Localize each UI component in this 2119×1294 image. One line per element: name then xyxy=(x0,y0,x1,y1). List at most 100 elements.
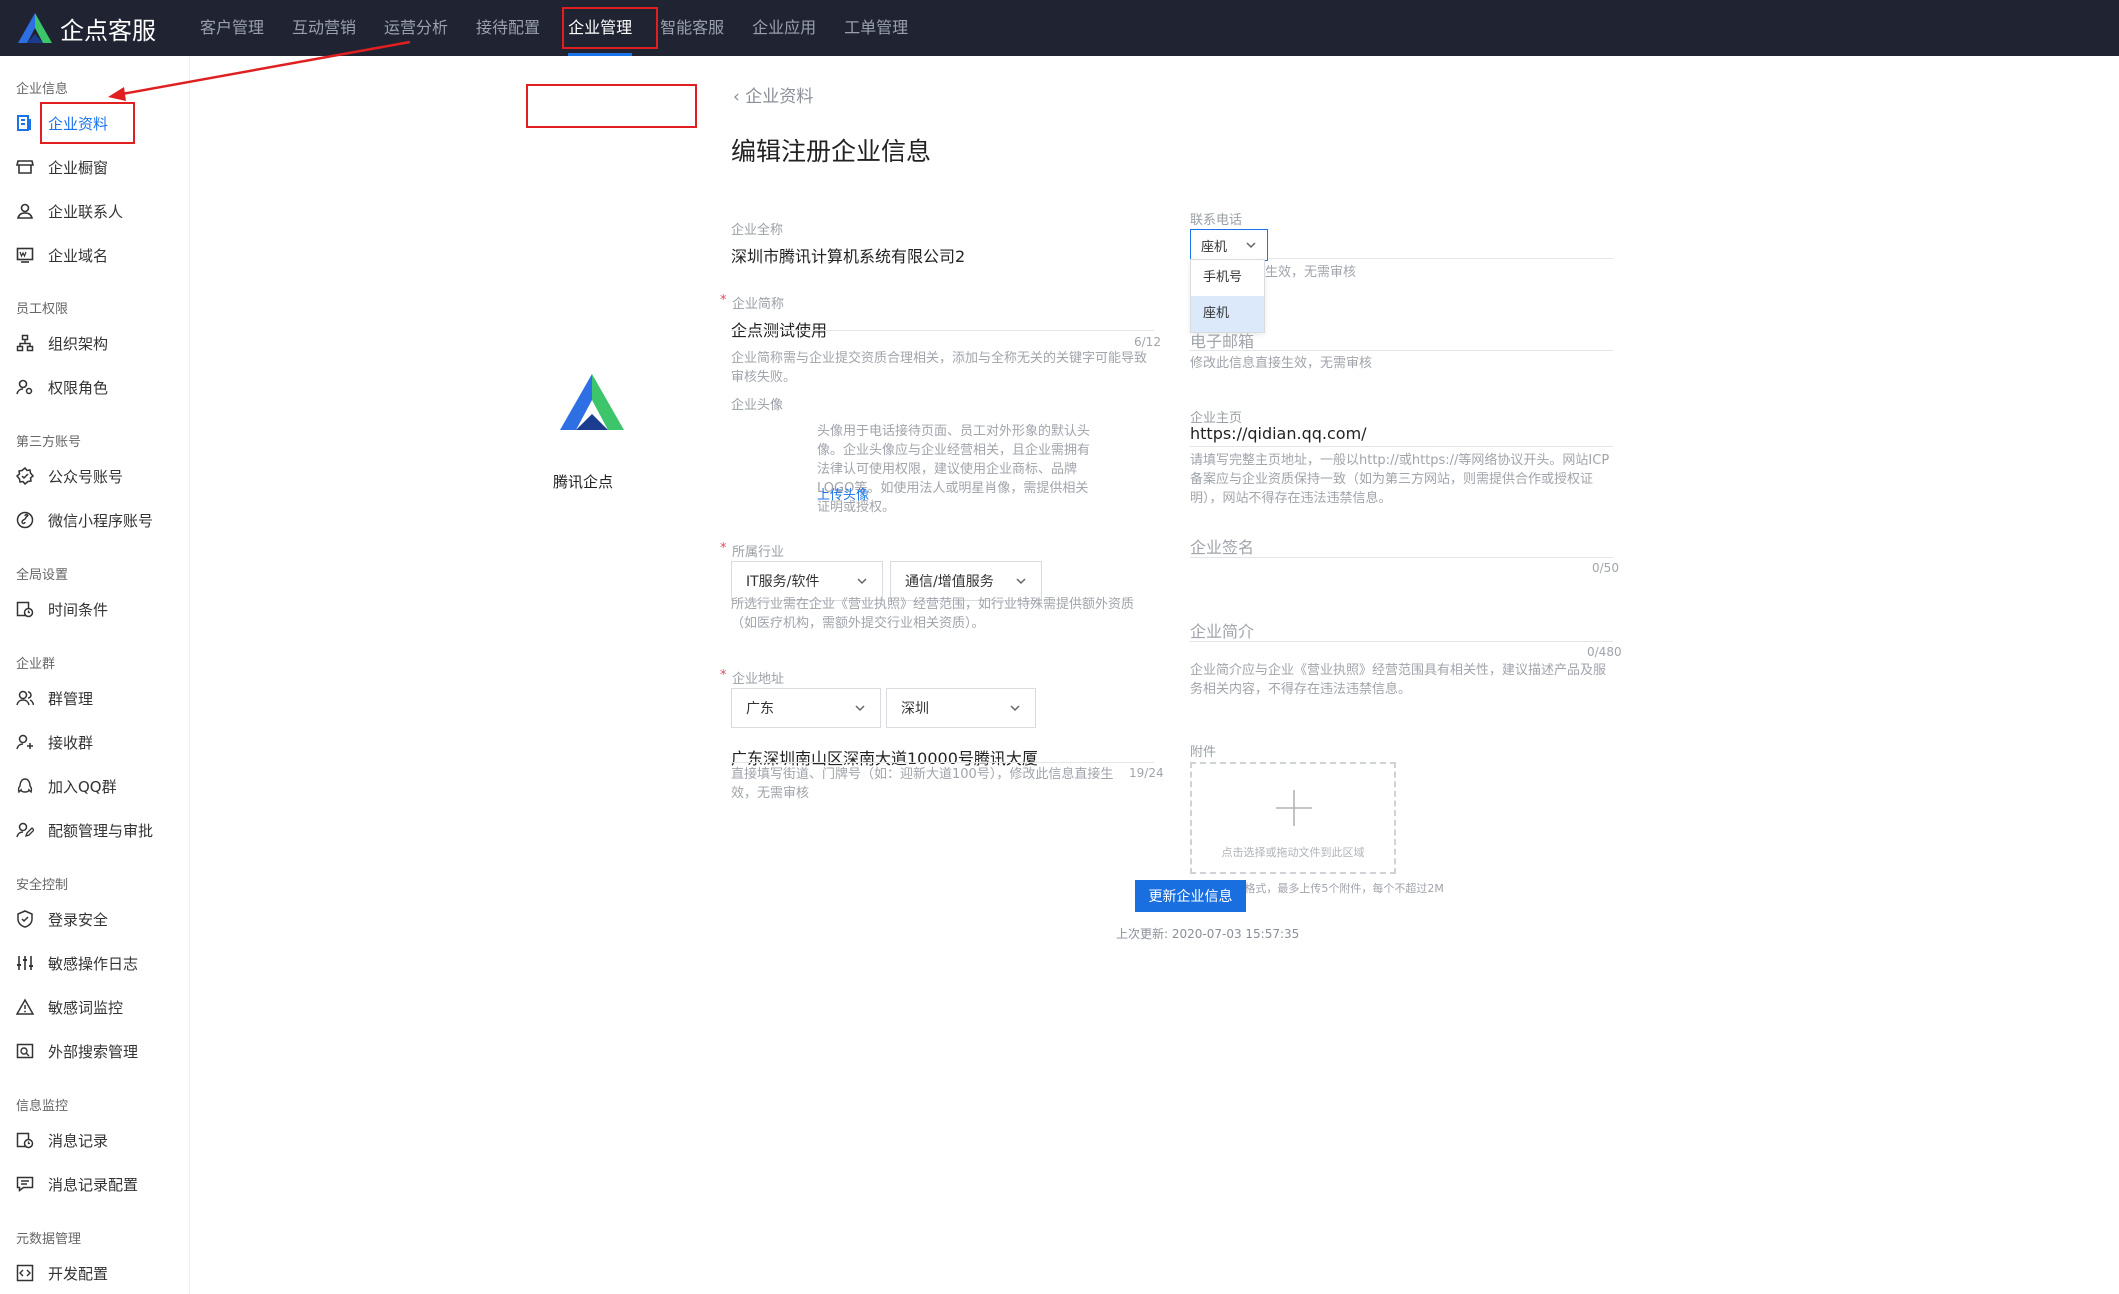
sidebar-item-label: 开发配置 xyxy=(48,1264,109,1283)
sidebar-item-label: 消息记录配置 xyxy=(48,1175,139,1194)
dropdown-option-mobile[interactable]: 手机号 xyxy=(1191,260,1264,296)
required-mark: * xyxy=(720,668,727,683)
signature-counter: 0/50 xyxy=(1592,561,1619,575)
nav-reception[interactable]: 接待配置 xyxy=(462,0,554,56)
sidebar-item-label: 组织架构 xyxy=(48,334,109,353)
sidebar-item-label: 敏感词监控 xyxy=(48,998,124,1017)
group-icon xyxy=(16,689,35,707)
chevron-left-icon: ‹ xyxy=(733,87,746,107)
short-name-input[interactable]: 企点测试使用 xyxy=(731,317,827,341)
sidebar-item-label: 消息记录 xyxy=(48,1131,109,1150)
official-account-icon xyxy=(15,466,35,486)
chevron-down-icon xyxy=(1010,705,1020,712)
sidebar-item-mini-program[interactable]: 微信小程序账号 xyxy=(16,505,153,535)
required-mark: * xyxy=(720,541,727,556)
main-nav: 客户管理 互动营销 运营分析 接待配置 企业管理 智能客服 企业应用 工单管理 xyxy=(186,0,922,56)
sidebar-item-sensitive-log[interactable]: 敏感操作日志 xyxy=(16,948,138,978)
nav-marketing[interactable]: 互动营销 xyxy=(278,0,370,56)
sidebar-item-join-qq-group[interactable]: 加入QQ群 xyxy=(16,771,117,801)
email-hint: 修改此信息直接生效，无需审核 xyxy=(1190,356,1373,371)
sidebar-item-official-account[interactable]: 公众号账号 xyxy=(15,461,123,491)
dropdown-option-landline[interactable]: 座机 xyxy=(1191,296,1264,332)
intro-counter: 0/480 xyxy=(1587,645,1622,659)
sidebar-group-title: 企业信息 xyxy=(16,82,69,97)
sidebar-item-label: 加入QQ群 xyxy=(48,777,117,796)
search-box-icon xyxy=(16,1042,34,1060)
sidebar-item-company-profile[interactable]: 企业资料 xyxy=(16,108,108,138)
nav-customer[interactable]: 客户管理 xyxy=(186,0,278,56)
back-link-label: 企业资料 xyxy=(745,87,814,107)
sidebar-item-time-conditions[interactable]: 时间条件 xyxy=(16,594,108,624)
role-icon xyxy=(16,378,34,396)
sidebar-item-login-security[interactable]: 登录安全 xyxy=(16,904,108,934)
signature-input[interactable]: 企业签名 xyxy=(1190,534,1254,558)
nav-enterprise[interactable]: 企业管理 xyxy=(554,0,646,56)
sidebar-item-quota[interactable]: 配额管理与审批 xyxy=(16,815,153,845)
sidebar-item-label: 企业资料 xyxy=(48,114,109,133)
sidebar-item-external-search[interactable]: 外部搜索管理 xyxy=(16,1036,138,1066)
city-select[interactable]: 深圳 xyxy=(886,688,1036,728)
select-value: 深圳 xyxy=(901,701,929,717)
sidebar-item-label: 外部搜索管理 xyxy=(48,1042,139,1061)
sidebar-group-title: 安全控制 xyxy=(16,878,69,893)
avatar-label: 企业头像 xyxy=(731,398,784,413)
sidebar-item-label: 敏感操作日志 xyxy=(48,954,139,973)
warning-icon xyxy=(15,998,35,1016)
attachment-dropzone[interactable]: 点击选择或拖动文件到此区域 xyxy=(1190,762,1396,874)
phone-type-select[interactable]: 座机 xyxy=(1190,229,1268,261)
time-icon xyxy=(16,600,34,618)
qq-group-icon xyxy=(16,777,34,795)
sidebar-item-dev-config[interactable]: 开发配置 xyxy=(16,1258,108,1288)
sidebar-item-message-config[interactable]: 消息记录配置 xyxy=(16,1169,138,1199)
sliders-icon xyxy=(16,954,34,972)
short-name-label: 企业简称 xyxy=(732,297,785,312)
sidebar-item-sensitive-words[interactable]: 敏感词监控 xyxy=(15,992,124,1022)
sidebar-group-title: 第三方账号 xyxy=(16,435,82,450)
sidebar-item-receive-group[interactable]: 接收群 xyxy=(16,727,93,757)
storefront-icon xyxy=(15,158,35,176)
sidebar-group-title: 全局设置 xyxy=(16,568,69,583)
select-value: 广东 xyxy=(746,701,774,717)
back-link[interactable]: ‹ 企业资料 xyxy=(733,82,813,107)
sidebar-item-message-record[interactable]: 消息记录 xyxy=(16,1125,108,1155)
message-record-icon xyxy=(16,1131,34,1149)
sidebar-item-label: 企业域名 xyxy=(48,246,109,265)
province-select[interactable]: 广东 xyxy=(731,688,881,728)
industry-label: 所属行业 xyxy=(732,545,785,560)
full-name-label: 企业全称 xyxy=(731,223,784,238)
dropzone-text: 点击选择或拖动文件到此区域 xyxy=(1221,846,1365,859)
document-icon xyxy=(16,114,34,132)
avatar-logo-text: 腾讯企点 xyxy=(553,473,614,491)
sidebar-item-showcase[interactable]: 企业橱窗 xyxy=(15,152,108,182)
mini-program-icon xyxy=(16,511,34,529)
nav-analytics[interactable]: 运营分析 xyxy=(370,0,462,56)
sidebar-item-org[interactable]: 组织架构 xyxy=(16,328,108,358)
plus-icon xyxy=(1276,790,1312,826)
sidebar-item-roles[interactable]: 权限角色 xyxy=(16,372,108,402)
sidebar-item-domain[interactable]: 企业域名 xyxy=(16,240,108,270)
nav-apps[interactable]: 企业应用 xyxy=(738,0,830,56)
quota-icon xyxy=(16,821,35,839)
sidebar-item-contact[interactable]: 企业联系人 xyxy=(16,196,123,226)
sidebar-item-label: 接收群 xyxy=(48,733,94,752)
app-logo[interactable]: 企点客服 xyxy=(16,11,156,45)
intro-hint: 企业简介应与企业《营业执照》经营范围具有相关性，建议描述产品及服务相关内容，不得… xyxy=(1190,663,1607,697)
upload-avatar-link[interactable]: 上传头像 xyxy=(817,484,869,503)
intro-input[interactable]: 企业简介 xyxy=(1190,618,1254,642)
email-input[interactable]: 电子邮箱 xyxy=(1190,328,1254,352)
chevron-down-icon xyxy=(855,705,865,712)
homepage-input[interactable]: https://qidian.qq.com/ xyxy=(1190,424,1367,443)
address-underline xyxy=(731,762,1154,763)
update-company-info-button[interactable]: 更新企业信息 xyxy=(1135,880,1246,912)
phone-hint: 生效，无需审核 xyxy=(1265,265,1357,280)
nav-smart-service[interactable]: 智能客服 xyxy=(646,0,738,56)
main-content: ‹ 企业资料 编辑注册企业信息 企业全称 深圳市腾讯计算机系统有限公司2 * 企… xyxy=(191,56,2119,1294)
receive-group-icon xyxy=(16,733,34,751)
company-avatar xyxy=(560,374,624,430)
sidebar-item-group-manage[interactable]: 群管理 xyxy=(16,683,93,713)
nav-tickets[interactable]: 工单管理 xyxy=(830,0,922,56)
chevron-down-icon xyxy=(1246,242,1256,249)
domain-icon xyxy=(16,246,34,264)
select-value: 座机 xyxy=(1201,239,1228,255)
sidebar-item-label: 企业联系人 xyxy=(48,202,124,221)
